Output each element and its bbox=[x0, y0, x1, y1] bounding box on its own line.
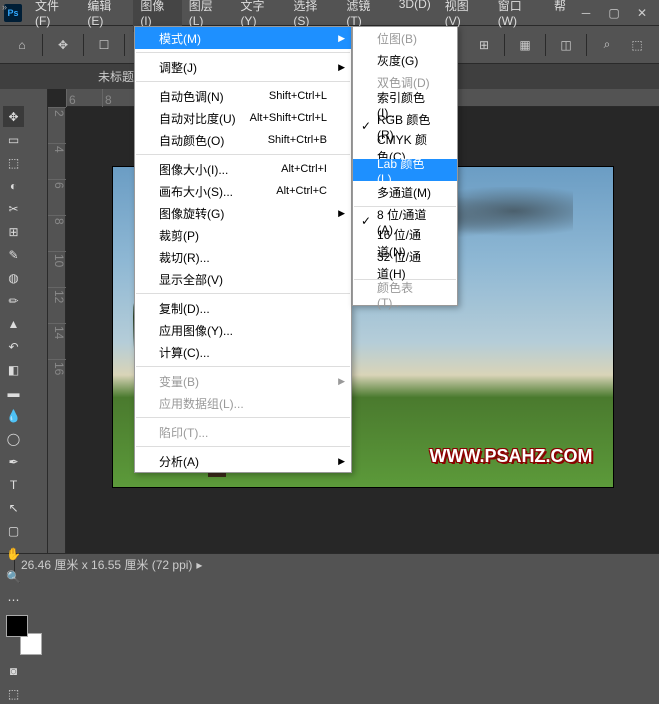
menu-item[interactable]: 自动色调(N)Shift+Ctrl+L bbox=[135, 85, 351, 107]
path-tool[interactable]: ↖ bbox=[3, 497, 24, 518]
zoom-tool[interactable]: 🔍 bbox=[3, 566, 24, 587]
menu-item[interactable]: 应用图像(Y)... bbox=[135, 319, 351, 341]
menu-item[interactable]: 模式(M)▶ bbox=[135, 27, 351, 49]
share-icon[interactable]: ⬚ bbox=[623, 31, 651, 59]
status-bar: 26.46 厘米 x 16.55 厘米 (72 ppi) ▸ bbox=[0, 553, 659, 575]
menu-item[interactable]: 裁剪(P) bbox=[135, 224, 351, 246]
menu-item: 陷印(T)... bbox=[135, 421, 351, 443]
watermark-text: WWW.PSAHZ.COM bbox=[430, 446, 593, 467]
pen-tool[interactable]: ✒ bbox=[3, 451, 24, 472]
ruler-vertical[interactable]: 246810121416 bbox=[48, 107, 66, 553]
image-menu-dropdown: 模式(M)▶ 调整(J)▶ 自动色调(N)Shift+Ctrl+L自动对比度(U)A… bbox=[134, 26, 352, 473]
blur-tool[interactable]: 💧 bbox=[3, 405, 24, 426]
menu-item[interactable]: 自动对比度(U)Alt+Shift+Ctrl+L bbox=[135, 107, 351, 129]
menu-item[interactable]: 32 位/通道(H) bbox=[353, 254, 457, 276]
menu-item[interactable]: 显示全部(V) bbox=[135, 268, 351, 290]
menu-item[interactable]: 分析(A)▶ bbox=[135, 450, 351, 472]
search-icon[interactable]: ⌕ bbox=[593, 31, 621, 59]
titlebar: Ps 文件(F)编辑(E)图像(I)图层(L)文字(Y)选择(S)滤镜(T)3D… bbox=[0, 0, 659, 26]
crop-tool[interactable]: ✂ bbox=[3, 198, 24, 219]
menu-10[interactable]: 帮 bbox=[547, 0, 573, 32]
menu-item[interactable]: 灰度(G) bbox=[353, 49, 457, 71]
type-tool[interactable]: T bbox=[3, 474, 24, 495]
distribute-icon[interactable]: ⊞ bbox=[470, 31, 498, 59]
gradient-tool[interactable]: ▬ bbox=[3, 382, 24, 403]
menu-item[interactable]: 计算(C)... bbox=[135, 341, 351, 363]
chevron-right-icon[interactable]: ▸ bbox=[196, 558, 202, 572]
rectangle-tool[interactable]: ▢ bbox=[3, 520, 24, 541]
menu-item[interactable]: 自动颜色(O)Shift+Ctrl+B bbox=[135, 129, 351, 151]
menu-item[interactable]: 裁切(R)... bbox=[135, 246, 351, 268]
menu-item[interactable]: 画布大小(S)...Alt+Ctrl+C bbox=[135, 180, 351, 202]
mode-submenu-dropdown: 位图(B)灰度(G)双色调(D)索引颜色(I)...✓RGB 颜色(R)CMYK… bbox=[352, 26, 458, 306]
menu-item[interactable]: 多通道(M) bbox=[353, 181, 457, 203]
minimize-button[interactable]: ─ bbox=[573, 3, 599, 23]
lasso-tool[interactable]: ◐ bbox=[3, 175, 24, 196]
menu-item[interactable]: 图像旋转(G)▶ bbox=[135, 202, 351, 224]
menu-item[interactable]: 复制(D)... bbox=[135, 297, 351, 319]
history-brush-tool[interactable]: ↶ bbox=[3, 336, 24, 357]
tools-panel: » ✥ ▭ ⬚ ◐ ✂ ⊞ ✎ ◍ ✏ ▲ ↶ ◧ ▬ 💧 ◯ ✒ T ↖ ▢ … bbox=[0, 89, 48, 553]
foreground-color[interactable] bbox=[6, 615, 28, 637]
workspace-icon[interactable]: ◫ bbox=[552, 31, 580, 59]
menu-item[interactable]: 图像大小(I)...Alt+Ctrl+I bbox=[135, 158, 351, 180]
document-dimensions[interactable]: 26.46 厘米 x 16.55 厘米 (72 ppi) bbox=[21, 556, 192, 573]
eyedropper-tool[interactable]: ✎ bbox=[3, 244, 24, 265]
collapse-icon[interactable]: » bbox=[2, 2, 12, 12]
menu-item: 变量(B)▶ bbox=[135, 370, 351, 392]
menu-item: 应用数据组(L)... bbox=[135, 392, 351, 414]
menu-item: 位图(B) bbox=[353, 27, 457, 49]
artboard-tool[interactable]: ▭ bbox=[3, 129, 24, 150]
move-tool[interactable]: ✥ bbox=[3, 106, 24, 127]
menu-9[interactable]: 窗口(W) bbox=[491, 0, 547, 32]
menu-item: 颜色表(T)... bbox=[353, 283, 457, 305]
color-swatches[interactable] bbox=[4, 615, 44, 655]
auto-select-checkbox[interactable]: ☐ bbox=[90, 31, 118, 59]
quickmask-tool[interactable]: ◙ bbox=[3, 660, 24, 681]
home-icon[interactable]: ⌂ bbox=[8, 31, 36, 59]
3d-mode-icon[interactable]: ▦ bbox=[511, 31, 539, 59]
menu-item[interactable]: Lab 颜色(L) bbox=[353, 159, 457, 181]
marquee-tool[interactable]: ⬚ bbox=[3, 152, 24, 173]
brush-tool[interactable]: ✏ bbox=[3, 290, 24, 311]
stamp-tool[interactable]: ▲ bbox=[3, 313, 24, 334]
maximize-button[interactable]: ▢ bbox=[601, 3, 627, 23]
eraser-tool[interactable]: ◧ bbox=[3, 359, 24, 380]
close-button[interactable]: ✕ bbox=[629, 3, 655, 23]
move-tool-icon[interactable]: ✥ bbox=[49, 31, 77, 59]
hand-tool[interactable]: ✋ bbox=[3, 543, 24, 564]
menu-0[interactable]: 文件(F) bbox=[28, 0, 80, 32]
window-controls: ─ ▢ ✕ bbox=[573, 3, 655, 23]
edit-toolbar[interactable]: ⋯ bbox=[3, 589, 24, 610]
screenmode-tool[interactable]: ⬚ bbox=[3, 683, 24, 704]
frame-tool[interactable]: ⊞ bbox=[3, 221, 24, 242]
menu-item[interactable]: 调整(J)▶ bbox=[135, 56, 351, 78]
menu-1[interactable]: 编辑(E) bbox=[80, 0, 133, 32]
healing-tool[interactable]: ◍ bbox=[3, 267, 24, 288]
dodge-tool[interactable]: ◯ bbox=[3, 428, 24, 449]
